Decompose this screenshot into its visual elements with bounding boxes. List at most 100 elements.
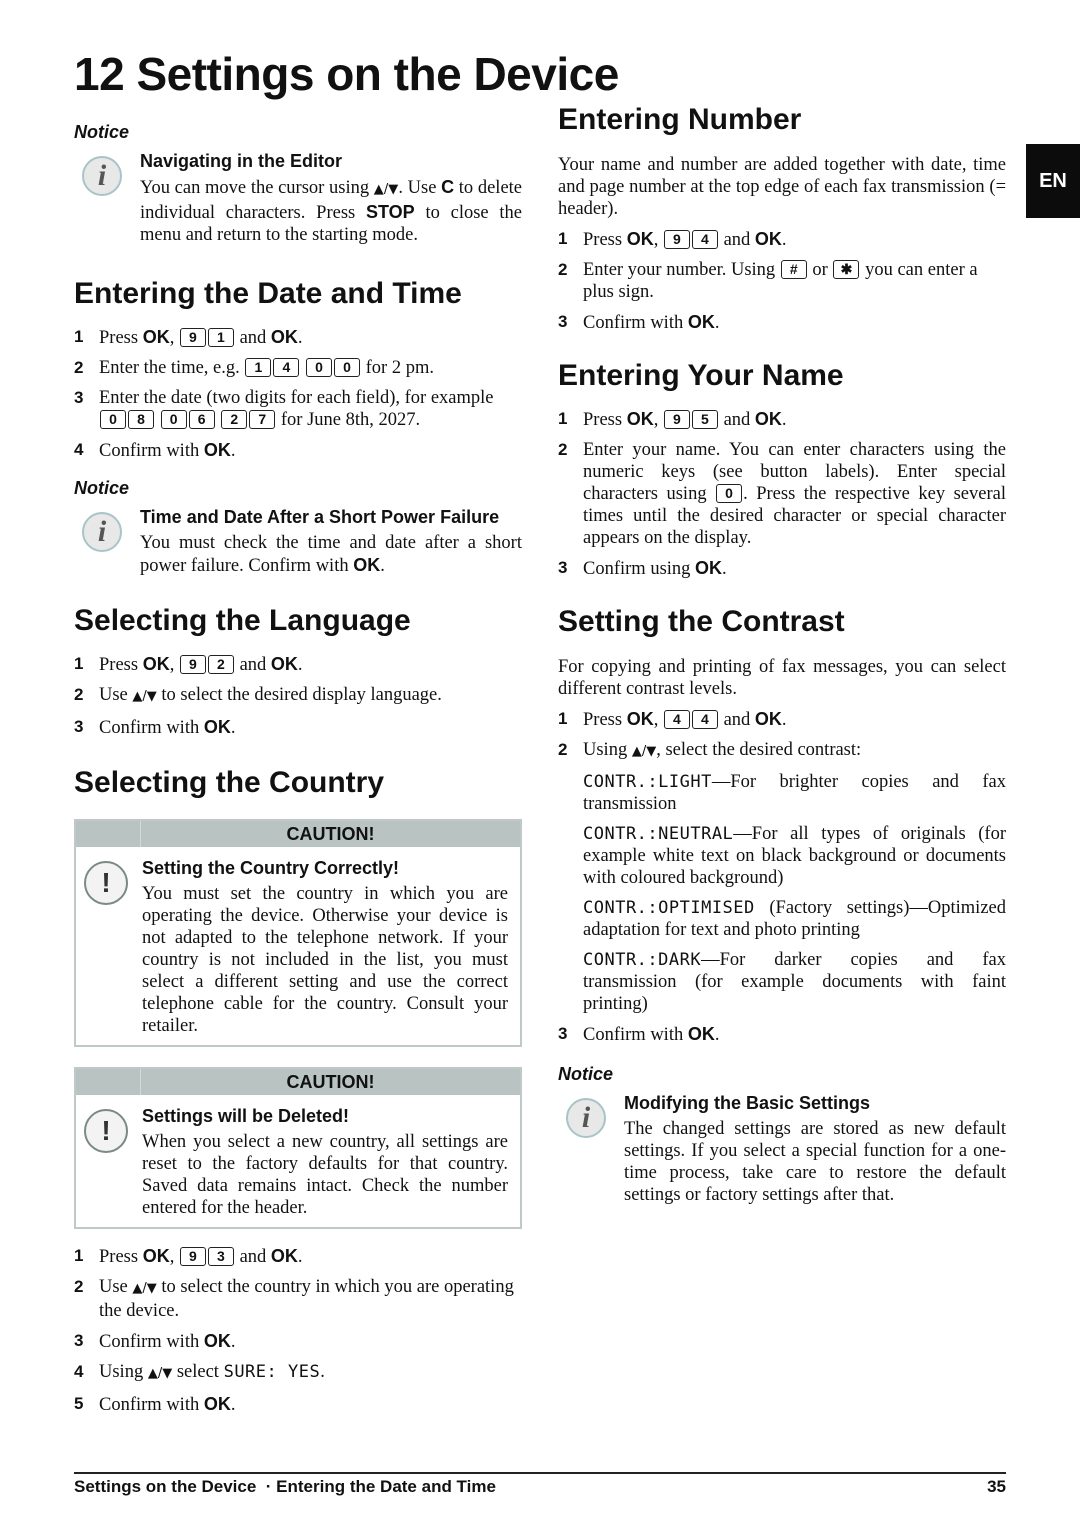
country-steps: 1 Press OK, 93 and OK. 2 Use ▲/▼ to select… (74, 1245, 522, 1416)
step: 1 Press OK, 44 and OK. (558, 709, 787, 730)
step: 3 Confirm with OK. (74, 717, 236, 738)
contrast-option: CONTR.:DARK—For darker copies and fax tr… (583, 950, 1006, 1014)
step: 4 Using ▲/▼ select SURE: YES. (74, 1362, 325, 1382)
notice-text: You must check the time and date after a… (140, 533, 522, 576)
key: 0 (334, 358, 361, 377)
heading-language: Selecting the Language (74, 604, 411, 637)
heading-number: Entering Number (558, 103, 802, 136)
notice-label: Notice (74, 122, 130, 142)
contrast-option: CONTR.:LIGHT—For brighter copies and fax… (583, 772, 1006, 814)
notice-power-failure: Notice i Time and Date After a Short Pow… (74, 476, 522, 577)
step: 2 Enter your name. You can enter characte… (558, 440, 1006, 548)
key-stop: STOP (365, 202, 415, 222)
up-down-arrows-icon: ▲/▼ (132, 1281, 157, 1296)
caution-text: When you select a new country, all setti… (142, 1132, 508, 1218)
key: 1 (245, 358, 272, 377)
key: 9 (179, 328, 206, 347)
notice-label: Notice (558, 1064, 614, 1084)
key: 7 (249, 410, 276, 429)
key: 9 (179, 655, 206, 674)
key-c: C (441, 177, 455, 197)
step: 3 Confirm with OK. (558, 1024, 720, 1045)
step: 1 Press OK, 93 and OK. (74, 1246, 303, 1267)
key: 9 (663, 410, 690, 429)
step: 2 Use ▲/▼ to select the country in which … (74, 1277, 514, 1321)
warning-icon: ! (84, 861, 128, 905)
info-icon: i (566, 1098, 606, 1138)
step: 2 Enter the time, e.g. 14 00 for 2 pm. (74, 358, 434, 378)
step: 2 Use ▲/▼ to select the desired display l… (74, 685, 442, 705)
key-hash: # (780, 260, 807, 279)
caution-label: CAUTION! (286, 1072, 375, 1092)
caution-text: You must set the country in which you ar… (142, 884, 508, 1036)
name-steps: 1 Press OK, 95 and OK. 2 Enter your name. … (558, 408, 1006, 580)
key: 0 (160, 410, 187, 429)
step: 3 Enter the date (two digits for each fie… (74, 388, 494, 430)
language-steps: 1 Press OK, 92 and OK. 2 Use ▲/▼ to select… (74, 653, 522, 739)
notice-title: Modifying the Basic Settings (624, 1093, 871, 1113)
language-tab: EN (1026, 144, 1080, 218)
right-column: Entering Number Your name and number are… (558, 100, 1006, 1206)
up-down-arrows-icon: ▲/▼ (373, 182, 399, 197)
notice-title: Time and Date After a Short Power Failur… (140, 507, 500, 527)
caution-box-country: CAUTION! ! Setting the Country Correctly… (74, 819, 522, 1047)
key: 1 (207, 328, 234, 347)
notice-label: Notice (74, 478, 130, 498)
step: 2 Using ▲/▼, select the desired contrast:… (558, 740, 1006, 1015)
heading-contrast: Setting the Contrast (558, 605, 845, 638)
heading-date-time: Entering the Date and Time (74, 277, 462, 310)
notice-text: The changed settings are stored as new d… (624, 1119, 1006, 1205)
up-down-arrows-icon: ▲/▼ (147, 1366, 173, 1381)
step: 2 Enter your number. Using # or ✱ you can… (558, 260, 978, 302)
caution-title: Setting the Country Correctly! (142, 858, 400, 878)
key: 3 (207, 1247, 234, 1266)
heading-name: Entering Your Name (558, 359, 844, 392)
key: 2 (207, 655, 234, 674)
up-down-arrows-icon: ▲/▼ (631, 744, 657, 759)
contrast-intro: For copying and printing of fax messages… (558, 657, 1006, 699)
key: 4 (691, 710, 718, 729)
page-number: 35 (987, 1477, 1006, 1496)
contrast-option: CONTR.:NEUTRAL—For all types of original… (583, 824, 1006, 888)
notice-basic-settings: Notice i Modifying the Basic Settings Th… (558, 1062, 1006, 1206)
notice-title: Navigating in the Editor (140, 151, 343, 171)
notice-editor: Notice i Navigating in the Editor You ca… (74, 120, 522, 246)
step: 5 Confirm with OK. (74, 1394, 236, 1415)
contrast-options: CONTR.:LIGHT—For brighter copies and fax… (583, 771, 1006, 1015)
key: 9 (179, 1247, 206, 1266)
step: 3 Confirm with OK. (74, 1331, 236, 1352)
step: 1 Press OK, 95 and OK. (558, 409, 787, 430)
key-star: ✱ (833, 260, 860, 279)
key: 8 (128, 410, 154, 429)
heading-country: Selecting the Country (74, 766, 385, 799)
footer-breadcrumb: Settings on the Device · Entering the Da… (74, 1477, 496, 1496)
key: 2 (221, 410, 248, 429)
step: 1 Press OK, 92 and OK. (74, 654, 303, 675)
info-icon: i (82, 156, 122, 196)
caution-box-settings: CAUTION! ! Settings will be Deleted! Whe… (74, 1067, 522, 1229)
footer-divider (74, 1472, 1006, 1474)
lcd-text: SURE: YES (223, 1362, 321, 1382)
date-time-steps: 1 Press OK, 91 and OK. 2 Enter the time, e… (74, 326, 522, 462)
caution-label: CAUTION! (286, 824, 375, 844)
left-column: Notice i Navigating in the Editor You ca… (74, 120, 522, 1424)
key: 4 (663, 710, 690, 729)
step: 3 Confirm with OK. (558, 312, 720, 333)
key: 4 (273, 358, 300, 377)
key: 0 (716, 484, 743, 503)
warning-icon: ! (84, 1109, 128, 1153)
key: 6 (188, 410, 215, 429)
number-steps: 1 Press OK, 94 and OK. 2 Enter your number… (558, 228, 1006, 334)
contrast-steps: 1 Press OK, 44 and OK. 2 Using ▲/▼, select… (558, 708, 1006, 1046)
contrast-option: CONTR.:OPTIMISED (Factory settings)—Opti… (583, 898, 1006, 940)
key: 0 (100, 410, 126, 429)
number-intro: Your name and number are added together … (558, 155, 1006, 219)
key: 5 (691, 410, 718, 429)
step: 1 Press OK, 94 and OK. (558, 229, 787, 250)
key: 4 (691, 230, 718, 249)
up-down-arrows-icon: ▲/▼ (132, 689, 157, 704)
step: 1 Press OK, 91 and OK. (74, 327, 303, 348)
notice-text: You can move the cursor using ▲/▼. Use C… (140, 177, 523, 245)
key: 9 (663, 230, 690, 249)
page-title: 12 Settings on the Device (74, 48, 619, 100)
